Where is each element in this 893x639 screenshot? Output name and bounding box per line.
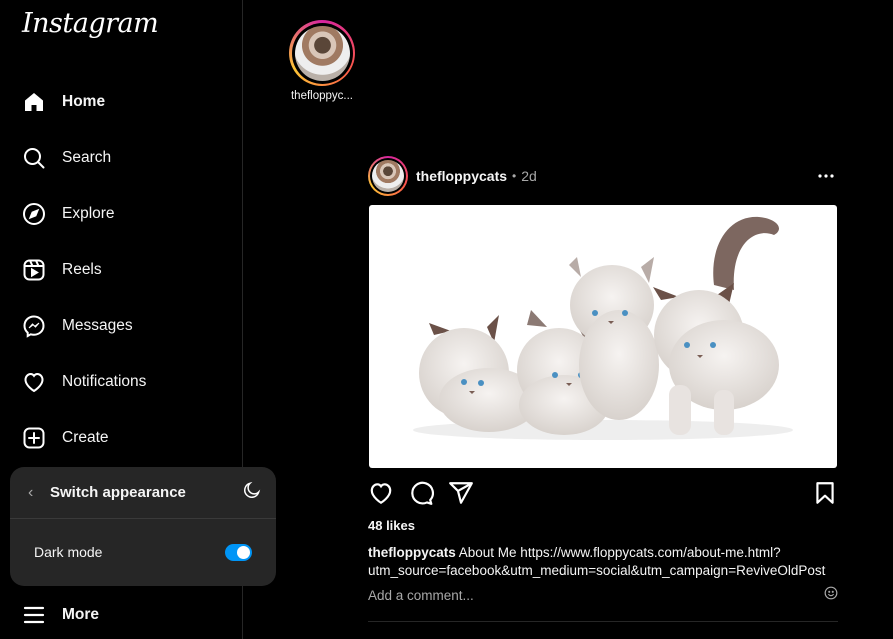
sidebar-item-label: Explore [62,205,115,222]
switch-appearance-panel: ‹ Switch appearance Dark mode [10,467,276,586]
comment-row [368,584,838,606]
emoji-icon[interactable] [824,586,838,605]
sidebar-item-notifications[interactable]: Notifications [20,362,230,402]
more-options-icon[interactable] [814,164,838,188]
sidebar-item-explore[interactable]: Explore [20,194,230,234]
sidebar-item-messages[interactable]: Messages [20,306,230,346]
sidebar-item-label: Create [62,429,109,446]
post-caption: thefloppycats About Me https://www.flopp… [368,544,848,580]
toggle-knob [237,545,250,559]
story-username: thefloppyc... [290,90,353,102]
sidebar-item-reels[interactable]: Reels [20,250,230,290]
avatar-image [372,160,404,192]
like-count[interactable]: 48 likes [368,518,415,533]
caption-username[interactable]: thefloppycats [368,545,456,560]
sidebar-item-create[interactable]: Create [20,418,230,458]
post-header: thefloppycats • 2d [368,156,838,196]
menu-icon [20,601,48,629]
bookmark-icon[interactable] [812,480,838,506]
post-actions [368,480,838,508]
reels-icon [20,256,48,284]
sidebar-item-more[interactable]: More [20,595,230,635]
chevron-left-icon[interactable]: ‹ [28,484,50,502]
dark-mode-row[interactable]: Dark mode [10,519,276,585]
search-icon [20,144,48,172]
sidebar-item-label: Messages [62,317,133,334]
sidebar-item-label: Notifications [62,373,147,390]
sidebar-item-home[interactable]: Home [20,82,230,122]
separator-dot: • [512,169,517,183]
instagram-logo[interactable]: Instagram [22,8,159,39]
moon-icon [242,480,262,505]
appearance-title: Switch appearance [50,484,186,501]
messenger-icon [20,312,48,340]
comment-icon[interactable] [408,480,434,506]
share-icon[interactable] [448,480,474,506]
sidebar-item-label: Reels [62,261,102,278]
home-icon [20,88,48,116]
compass-icon [20,200,48,228]
story-avatar [294,25,350,81]
story-item[interactable]: thefloppyc... [283,20,361,102]
dark-mode-toggle[interactable] [225,543,252,561]
post-time[interactable]: 2d [521,168,537,184]
appearance-header: ‹ Switch appearance [10,467,276,519]
sidebar-item-search[interactable]: Search [20,138,230,178]
story-ring [289,20,355,86]
post-username[interactable]: thefloppycats [416,168,507,184]
dark-mode-label: Dark mode [34,544,103,560]
sidebar-item-label: More [62,606,100,623]
plus-square-icon [20,424,48,452]
like-heart-icon[interactable] [368,480,394,506]
sidebar-item-label: Home [62,93,106,110]
comment-input[interactable] [368,587,824,603]
heart-icon [20,368,48,396]
sidebar-item-label: Search [62,149,112,166]
post-avatar[interactable] [368,156,408,196]
post-image[interactable] [369,205,837,468]
post-divider [368,621,838,622]
